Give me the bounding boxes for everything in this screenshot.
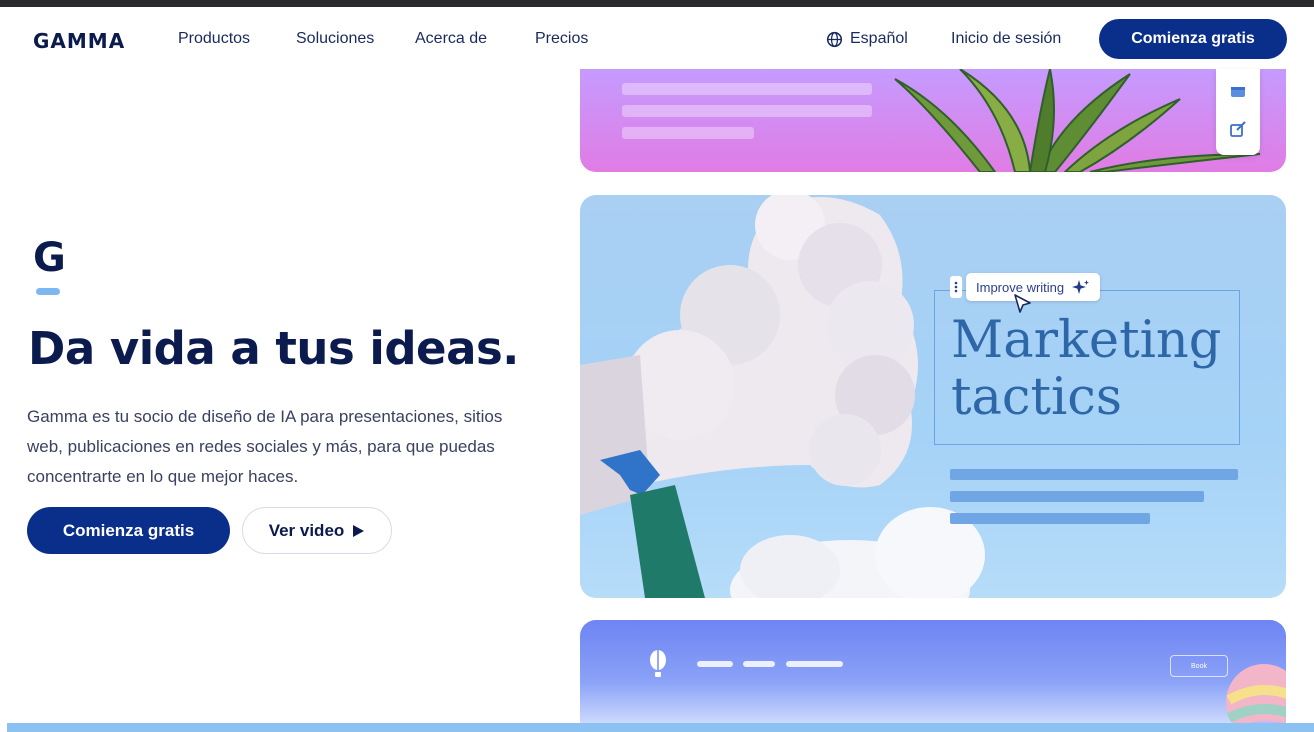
nav-placeholder — [697, 661, 733, 667]
language-selector[interactable]: Español — [826, 30, 908, 48]
header-cta-button[interactable]: Comienza gratis — [1099, 19, 1287, 59]
gamma-mark: G — [33, 235, 66, 281]
edit-icon[interactable] — [1229, 120, 1247, 138]
globe-icon — [826, 31, 843, 47]
hero-subtext: Gamma es tu socio de diseño de IA para p… — [27, 407, 503, 486]
card-icon[interactable] — [1229, 83, 1247, 101]
gamma-logo[interactable]: GAMMA — [33, 29, 125, 53]
hot-air-balloon-illustration — [1226, 664, 1286, 732]
hero-headline: Da vida a tus ideas. — [28, 322, 519, 375]
placeholder-line — [950, 469, 1238, 480]
side-toolbar — [1216, 69, 1260, 155]
bottom-strip — [7, 723, 1314, 732]
nav-soluciones[interactable]: Soluciones — [296, 30, 374, 48]
sparkle-icon — [1072, 280, 1090, 294]
placeholder-line — [622, 83, 872, 95]
gamma-mark-underline — [36, 288, 60, 295]
watch-video-label: Ver video — [268, 520, 345, 540]
slide-title[interactable]: Marketing tactics — [951, 312, 1221, 426]
placeholder-line — [950, 491, 1204, 502]
nav-placeholder — [743, 661, 775, 667]
preview-card-pink — [580, 69, 1286, 172]
nav-acerca-de[interactable]: Acerca de — [415, 30, 487, 48]
placeholder-line — [950, 513, 1150, 524]
site-header: GAMMA Productos Soluciones Acerca de Pre… — [0, 7, 1314, 69]
nav-productos[interactable]: Productos — [178, 30, 250, 48]
window-top-strip — [0, 0, 1314, 7]
start-free-button[interactable]: Comienza gratis — [27, 507, 230, 554]
nav-placeholder — [786, 661, 843, 667]
placeholder-line — [622, 105, 872, 117]
drag-handle-icon[interactable] — [950, 276, 962, 298]
balloon-icon — [650, 650, 666, 677]
watch-video-button[interactable]: Ver video — [242, 507, 392, 554]
nav-precios[interactable]: Precios — [535, 30, 588, 48]
placeholder-line — [622, 127, 754, 139]
play-icon — [353, 524, 365, 537]
book-button[interactable]: Book — [1170, 655, 1228, 677]
login-link[interactable]: Inicio de sesión — [951, 30, 1061, 48]
language-label: Español — [850, 30, 908, 47]
